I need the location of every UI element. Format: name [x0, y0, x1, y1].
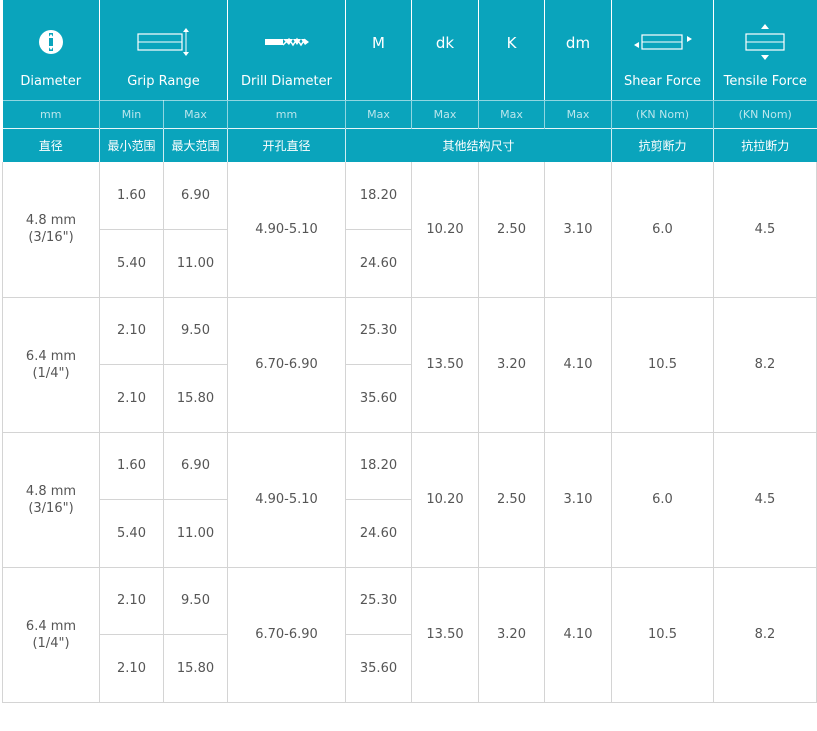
grip-max-cell: 15.80: [163, 634, 228, 703]
shear-cell: 6.0: [611, 432, 714, 568]
tensile-cell: 8.2: [713, 567, 817, 703]
m-cell: 18.20: [345, 432, 412, 500]
header-grip-range: Grip Range: [99, 0, 228, 100]
header-diameter: Diameter: [2, 0, 100, 100]
k-cell: 2.50: [478, 162, 545, 298]
k-sub: Max: [478, 99, 545, 128]
grip-min-cell: 2.10: [99, 297, 164, 365]
drill-cell: 4.90-5.10: [227, 162, 346, 298]
other-dims-cn: 其他结构尺寸: [345, 127, 612, 162]
header-k: K: [478, 0, 545, 100]
grip-min-label: Min: [99, 99, 164, 128]
drill-unit: mm: [227, 99, 346, 128]
grip-max-cell: 15.80: [163, 364, 228, 433]
dk-cell: 13.50: [411, 297, 479, 433]
header-m: M: [345, 0, 412, 100]
grip-min-cell: 1.60: [99, 432, 164, 500]
header-grip-range-title: Grip Range: [127, 74, 200, 89]
m-cell: 35.60: [345, 364, 412, 433]
k-cell: 2.50: [478, 432, 545, 568]
m-cell: 35.60: [345, 634, 412, 703]
diameter-cell: 4.8 mm (3/16"): [2, 162, 100, 298]
tensile-force-icon: [714, 24, 817, 60]
k-cell: 3.20: [478, 567, 545, 703]
diameter-unit: mm: [2, 99, 100, 128]
diameter-cell: 4.8 mm (3/16"): [2, 432, 100, 568]
table-row: 4.8 mm (3/16") 1.60 6.90 4.90-5.10 18.20 …: [2, 162, 817, 298]
header-diameter-title: Diameter: [20, 74, 82, 89]
grip-min-cell: 5.40: [99, 499, 164, 568]
tensile-unit: (KN Nom): [713, 99, 817, 128]
grip-max-cell: 11.00: [163, 499, 228, 568]
grip-min-cell: 2.10: [99, 364, 164, 433]
diameter-cell: 6.4 mm (1/4"): [2, 297, 100, 433]
grip-min-cell: 2.10: [99, 634, 164, 703]
dm-cell: 4.10: [544, 297, 612, 433]
grip-min-cell: 1.60: [99, 162, 164, 230]
shear-cn: 抗剪断力: [611, 127, 714, 162]
m-cell: 18.20: [345, 162, 412, 230]
spec-table-body: 4.8 mm (3/16") 1.60 6.90 4.90-5.10 18.20 …: [2, 162, 817, 703]
grip-min-cell: 2.10: [99, 567, 164, 635]
grip-max-cell: 11.00: [163, 229, 228, 298]
dm-sub: Max: [544, 99, 612, 128]
k-cell: 3.20: [478, 297, 545, 433]
table-row: 6.4 mm (1/4") 2.10 9.50 6.70-6.90 25.30 1…: [2, 297, 817, 433]
m-cell: 25.30: [345, 297, 412, 365]
shear-cell: 10.5: [611, 297, 714, 433]
m-cell: 24.60: [345, 229, 412, 298]
tensile-cn: 抗拉断力: [713, 127, 817, 162]
header-tensile-force: Tensile Force: [714, 0, 817, 100]
tensile-cell: 4.5: [713, 162, 817, 298]
drill-cell: 6.70-6.90: [227, 297, 346, 433]
header-shear-force-title: Shear Force: [623, 74, 702, 89]
grip-max-cell: 6.90: [163, 162, 228, 230]
grip-range-icon: [100, 28, 227, 56]
grip-max-cell: 6.90: [163, 432, 228, 500]
dm-cell: 3.10: [544, 432, 612, 568]
grip-max-cn: 最大范围: [163, 127, 228, 162]
rivet-spec-table: Diameter Grip Range Drill Diameter M dk …: [2, 0, 817, 703]
dk-sub: Max: [411, 99, 479, 128]
table-row: 6.4 mm (1/4") 2.10 9.50 6.70-6.90 25.30 1…: [2, 567, 817, 703]
m-sub: Max: [345, 99, 412, 128]
rivet-head-icon: [3, 28, 100, 56]
header-drill-diameter-title: Drill Diameter: [240, 74, 332, 89]
drill-cell: 4.90-5.10: [227, 432, 346, 568]
m-cell: 24.60: [345, 499, 412, 568]
dm-cell: 3.10: [544, 162, 612, 298]
dk-cell: 10.20: [411, 432, 479, 568]
grip-min-cn: 最小范围: [99, 127, 164, 162]
header-dm: dm: [544, 0, 612, 100]
diameter-cell: 6.4 mm (1/4"): [2, 567, 100, 703]
dk-cell: 13.50: [411, 567, 479, 703]
table-row: 4.8 mm (3/16") 1.60 6.90 4.90-5.10 18.20 …: [2, 432, 817, 568]
grip-max-cell: 9.50: [163, 297, 228, 365]
tensile-cell: 4.5: [713, 432, 817, 568]
shear-unit: (KN Nom): [611, 99, 714, 128]
grip-max-cell: 9.50: [163, 567, 228, 635]
shear-cell: 6.0: [611, 162, 714, 298]
m-cell: 25.30: [345, 567, 412, 635]
header-tensile-force-title: Tensile Force: [723, 74, 807, 89]
shear-force-icon: [612, 28, 713, 56]
drill-cn: 开孔直径: [227, 127, 346, 162]
header-shear-force: Shear Force: [611, 0, 714, 100]
header-drill-diameter: Drill Diameter: [227, 0, 346, 100]
grip-max-label: Max: [163, 99, 228, 128]
drill-bit-icon: [228, 28, 345, 56]
shear-cell: 10.5: [611, 567, 714, 703]
dk-cell: 10.20: [411, 162, 479, 298]
grip-min-cell: 5.40: [99, 229, 164, 298]
header-dk: dk: [411, 0, 479, 100]
tensile-cell: 8.2: [713, 297, 817, 433]
diameter-cn: 直径: [2, 127, 100, 162]
drill-cell: 6.70-6.90: [227, 567, 346, 703]
dm-cell: 4.10: [544, 567, 612, 703]
